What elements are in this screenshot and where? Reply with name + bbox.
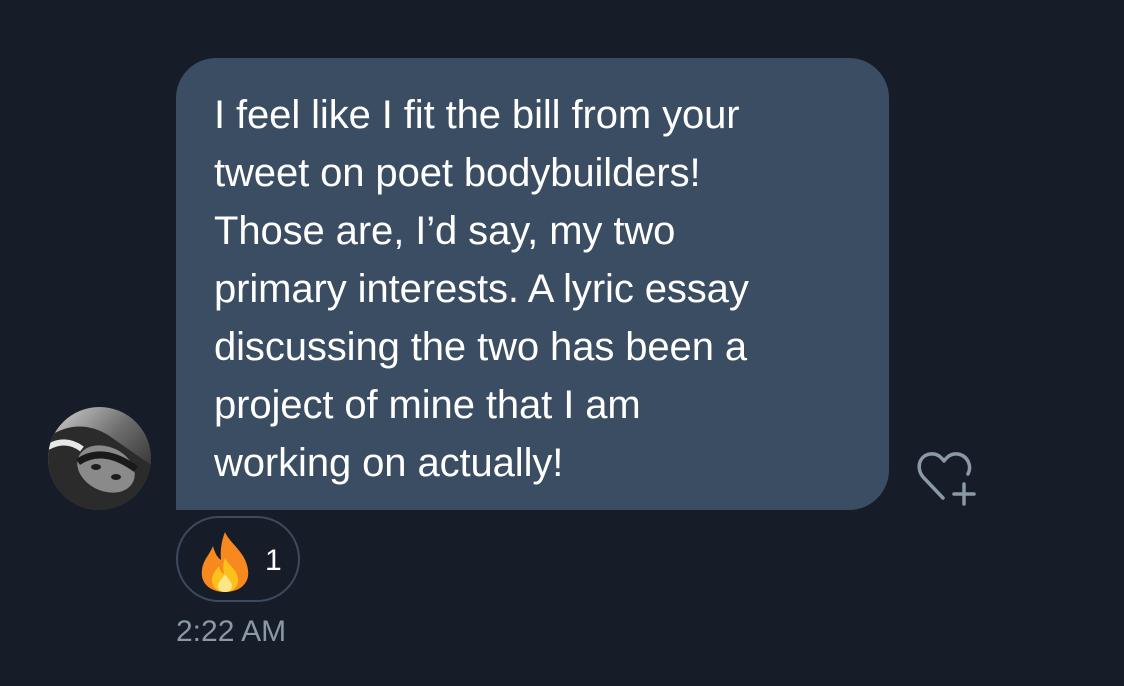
- avatar-photo: [48, 407, 151, 510]
- message-text-line: discussing the two has been a: [214, 325, 747, 369]
- add-reaction-button[interactable]: [912, 444, 978, 510]
- message-text-line: Those are, I’d say, my two: [214, 209, 676, 253]
- reaction-count: 1: [265, 544, 282, 577]
- message-text-line: primary interests. A lyric essay: [214, 267, 749, 311]
- reaction-chip[interactable]: 1: [176, 516, 300, 602]
- heart-plus-icon: [917, 452, 976, 506]
- sender-avatar[interactable]: [48, 407, 151, 510]
- fire-emoji-icon: [201, 532, 249, 592]
- message-text-line: I feel like I fit the bill from your: [214, 93, 740, 137]
- message-text-line: tweet on poet bodybuilders!: [214, 151, 701, 195]
- message-bubble[interactable]: I feel like I fit the bill from your twe…: [176, 58, 889, 510]
- message-text-line: project of mine that I am: [214, 383, 641, 427]
- message-timestamp: 2:22 AM: [176, 615, 287, 648]
- message-text-line: working on actually!: [214, 441, 564, 485]
